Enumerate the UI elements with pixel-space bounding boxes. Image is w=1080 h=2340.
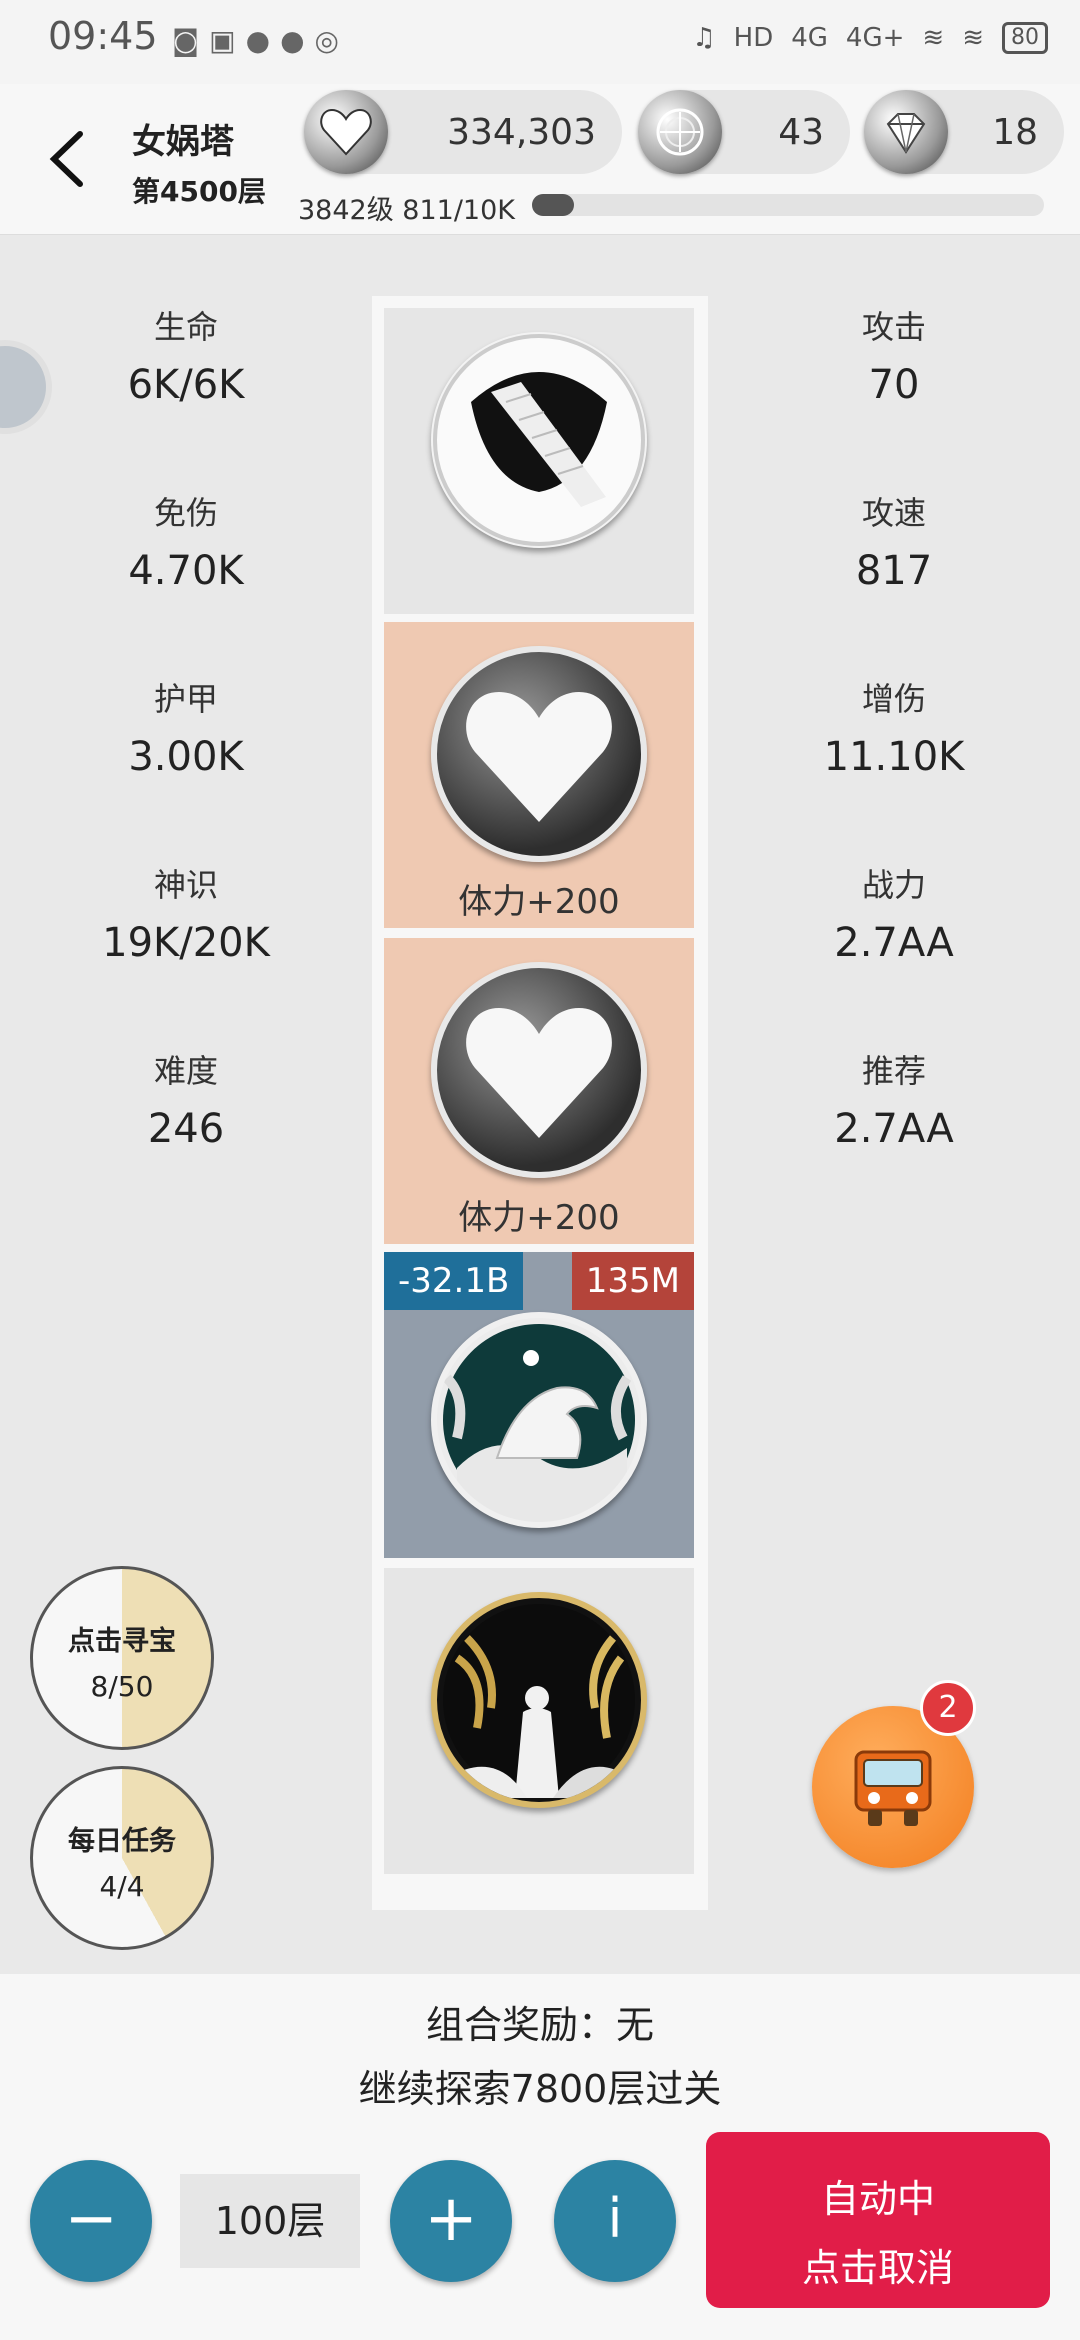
status-indicators: ♫ HD 4G 4G+ ≋ ≋ 80 [692, 22, 1048, 54]
back-button[interactable] [40, 124, 96, 194]
stat-value: 11.10K [823, 734, 965, 780]
increase-floor-button[interactable]: + [390, 2160, 512, 2282]
daily-task-button[interactable]: 每日任务 4/4 [30, 1766, 214, 1950]
decrease-floor-button[interactable]: − [30, 2160, 152, 2282]
combo-reward-text: 组合奖励：无 [425, 2003, 654, 2047]
tower-tile-stamina[interactable]: 体力+200 [384, 938, 694, 1244]
compass-resource[interactable]: 43 [638, 90, 850, 174]
stat-label: 难度 [153, 1052, 218, 1090]
tile-caption: 体力+200 [458, 882, 620, 922]
tower-tile-enemy[interactable]: -32.1B 135M [384, 1252, 694, 1558]
stat-label: 免伤 [153, 494, 218, 532]
battery-icon: 80 [1002, 22, 1048, 54]
diamond-icon [864, 90, 948, 174]
stat-damage-reduction: 免伤 4.70K [56, 488, 316, 594]
auto-status-text: 自动中 [820, 2177, 935, 2221]
stamina-resource[interactable]: 334,303 [304, 90, 622, 174]
auto-cancel-text: 点击取消 [801, 2246, 954, 2290]
stat-value: 6K/6K [127, 362, 245, 408]
top-header: 女娲塔 第4500层 334,303 43 18 3842级 811/10K [0, 84, 1080, 235]
stat-label: 护甲 [153, 680, 218, 718]
treasure-hunt-button[interactable]: 点击寻宝 8/50 [30, 1566, 214, 1750]
plus-icon: + [424, 2182, 478, 2256]
diamond-value: 18 [992, 112, 1038, 153]
heart-icon [304, 90, 388, 174]
tower-tile-stamina[interactable]: 体力+200 [384, 622, 694, 928]
info-icon: i [607, 2187, 623, 2250]
treasure-count: 8/50 [90, 1670, 154, 1703]
app-notification-icon: ◙ [172, 24, 210, 57]
stat-label: 神识 [153, 866, 218, 904]
reward-tag: 135M [571, 1252, 694, 1310]
message-icon: ● [245, 24, 281, 57]
stamina-value: 334,303 [447, 112, 596, 153]
compass-icon [638, 90, 722, 174]
tile-caption: 体力+200 [458, 1198, 620, 1238]
xp-progress-fill [532, 194, 574, 216]
bus-icon: ▣ [209, 24, 246, 57]
stat-hp: 生命 6K/6K [56, 302, 316, 408]
dragon-icon [431, 1312, 647, 1528]
status-time: 09:45 [48, 14, 158, 58]
stairs-icon [431, 332, 647, 548]
compass-value: 43 [778, 112, 824, 153]
xp-progress-bar [532, 194, 1044, 216]
stat-attack: 攻击 70 [764, 302, 1024, 408]
floor-count-field[interactable]: 100层 [180, 2174, 360, 2268]
stat-label: 攻击 [861, 308, 926, 346]
signal-4g-icon: 4G [791, 23, 828, 53]
tower-tile-stairs[interactable] [384, 308, 694, 614]
damage-tag: -32.1B [384, 1252, 524, 1310]
daily-count: 4/4 [99, 1870, 145, 1903]
explore-progress-text: 继续探索7800层过关 [358, 2067, 722, 2111]
stat-value: 4.70K [128, 548, 244, 594]
notification-icons: ◙▣●●◎ [172, 24, 349, 57]
daily-title: 每日任务 [68, 1826, 176, 1857]
network-operator-icon: ◎ [314, 24, 349, 57]
wifi-icon: ≋ [922, 23, 945, 53]
level-text: 3842级 811/10K [298, 195, 515, 226]
wifi-icon-2: ≋ [962, 23, 984, 53]
stat-recommended: 推荐 2.7AA [764, 1046, 1024, 1152]
heart-icon [431, 962, 647, 1178]
stat-damage-boost: 增伤 11.10K [764, 674, 1024, 780]
hd-icon: HD [733, 23, 774, 53]
treasure-title: 点击寻宝 [68, 1626, 176, 1657]
stat-value: 19K/20K [102, 920, 270, 966]
stat-value: 246 [147, 1106, 225, 1152]
stat-label: 战力 [861, 866, 926, 904]
stat-power: 战力 2.7AA [764, 860, 1024, 966]
tower-tile-boss[interactable] [384, 1568, 694, 1874]
auto-explore-button[interactable]: 自动中 点击取消 [706, 2132, 1050, 2308]
stat-label: 生命 [153, 308, 218, 346]
stat-attack-speed: 攻速 817 [764, 488, 1024, 594]
minus-icon: − [64, 2182, 118, 2256]
tower-name: 女娲塔 [132, 122, 234, 162]
stat-label: 推荐 [861, 1052, 926, 1090]
wechat-icon: ● [280, 24, 315, 57]
chevron-left-icon [49, 131, 83, 187]
headphones-icon: ♫ [692, 23, 716, 53]
info-button[interactable]: i [554, 2160, 676, 2282]
stat-value: 2.7AA [834, 1106, 954, 1152]
stat-value: 817 [855, 548, 933, 594]
signal-4gplus-icon: 4G+ [845, 23, 905, 53]
stat-value: 70 [868, 362, 920, 408]
heart-icon [431, 646, 647, 862]
diamond-resource[interactable]: 18 [864, 90, 1064, 174]
sleep-float-button[interactable] [0, 340, 52, 434]
stat-value: 3.00K [128, 734, 244, 780]
stat-label: 增伤 [861, 680, 926, 718]
stat-armor: 护甲 3.00K [56, 674, 316, 780]
floor-label: 第4500层 [132, 175, 266, 208]
notification-badge: 2 [920, 1680, 976, 1736]
stat-spirit: 神识 19K/20K [56, 860, 316, 966]
bottom-panel: 组合奖励：无 继续探索7800层过关 − 100层 + i 自动中 点击取消 [0, 1974, 1080, 2340]
status-bar: 09:45 ◙▣●●◎ ♫ HD 4G 4G+ ≋ ≋ 80 [0, 0, 1080, 84]
stat-label: 攻速 [861, 494, 926, 532]
stat-value: 2.7AA [834, 920, 954, 966]
nuwa-figure-icon [431, 1592, 647, 1808]
tower-column: 体力+200 体力+200 -32.1B 135M [372, 296, 708, 1910]
stat-difficulty: 难度 246 [56, 1046, 316, 1152]
